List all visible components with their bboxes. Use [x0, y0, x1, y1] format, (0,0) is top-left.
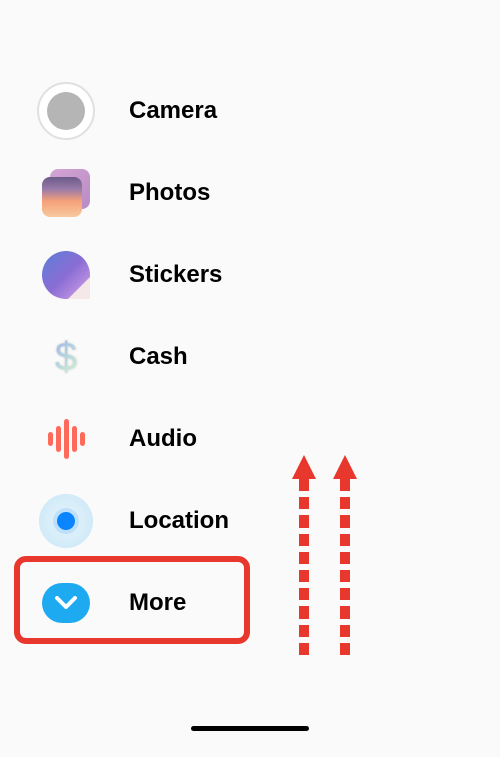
- menu-item-camera[interactable]: Camera: [35, 70, 275, 152]
- menu-item-photos[interactable]: Photos: [35, 152, 275, 234]
- menu-label-audio: Audio: [129, 425, 197, 453]
- app-drawer-menu: Camera Photos Stickers $ Cash: [35, 70, 275, 644]
- stickers-icon: [35, 244, 97, 306]
- menu-label-more: More: [129, 589, 186, 617]
- annotation-arrow-up-2: [338, 455, 352, 655]
- menu-label-camera: Camera: [129, 97, 217, 125]
- annotation-arrow-up-1: [297, 455, 311, 655]
- menu-item-cash[interactable]: $ Cash: [35, 316, 275, 398]
- menu-item-stickers[interactable]: Stickers: [35, 234, 275, 316]
- home-indicator[interactable]: [191, 726, 309, 731]
- menu-label-stickers: Stickers: [129, 261, 222, 289]
- menu-label-photos: Photos: [129, 179, 210, 207]
- cash-icon: $: [35, 326, 97, 388]
- location-icon: [35, 490, 97, 552]
- audio-waveform-icon: [35, 408, 97, 470]
- menu-item-location[interactable]: Location: [35, 480, 275, 562]
- menu-item-audio[interactable]: Audio: [35, 398, 275, 480]
- menu-label-cash: Cash: [129, 343, 188, 371]
- photos-icon: [35, 162, 97, 224]
- camera-icon: [35, 80, 97, 142]
- more-chevron-icon: [35, 572, 97, 634]
- menu-label-location: Location: [129, 507, 229, 535]
- menu-item-more[interactable]: More: [35, 562, 275, 644]
